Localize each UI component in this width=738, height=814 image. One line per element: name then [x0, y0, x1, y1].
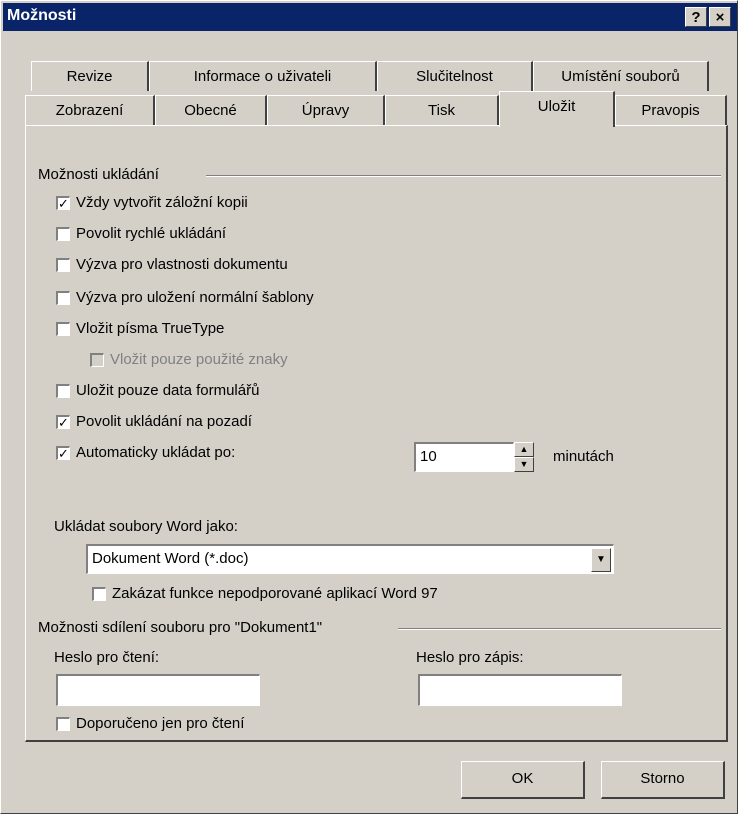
checkbox-backup[interactable]: ✓ — [56, 195, 70, 210]
tab-informace-o-uzivateli[interactable]: Informace o uživateli — [149, 61, 377, 91]
label-doc-props: Výzva pro vlastnosti dokumentu — [76, 256, 288, 273]
checkbox-background-save[interactable]: ✓ — [56, 414, 70, 429]
checkbox-readonly[interactable] — [56, 716, 70, 731]
tab-upravy[interactable]: Úpravy — [267, 95, 385, 125]
tab-zobrazeni[interactable]: Zobrazení — [25, 95, 155, 125]
label-used-chars: Vložit pouze použité znaky — [110, 351, 288, 368]
save-as-value: Dokument Word (*.doc) — [92, 550, 249, 567]
checkbox-row-readonly[interactable]: Doporučeno jen pro čtení — [56, 715, 244, 732]
autosave-spinner[interactable]: ▲ ▼ — [514, 442, 534, 472]
checkbox-row-backup[interactable]: ✓ Vždy vytvořit záložní kopii — [56, 194, 248, 211]
checkbox-row-background-save[interactable]: ✓ Povolit ukládání na pozadí — [56, 413, 252, 430]
tab-obecne[interactable]: Obecné — [155, 95, 267, 125]
label-background-save: Povolit ukládání na pozadí — [76, 413, 252, 430]
sharing-options-divider — [398, 628, 721, 630]
window-title: Možnosti — [7, 7, 77, 24]
checkbox-row-used-chars: Vložit pouze použité znaky — [90, 351, 288, 368]
checkbox-used-chars — [90, 352, 104, 367]
label-backup: Vždy vytvořit záložní kopii — [76, 194, 248, 211]
close-button[interactable]: × — [709, 7, 731, 27]
ok-button[interactable]: OK — [461, 761, 585, 799]
tab-umisteni-souboru[interactable]: Umístění souborů — [533, 61, 709, 91]
label-form-data: Uložit pouze data formulářů — [76, 382, 260, 399]
autosave-unit: minutách — [553, 448, 614, 465]
tab-tisk[interactable]: Tisk — [385, 95, 499, 125]
save-as-dropdown[interactable]: Dokument Word (*.doc) ▼ — [86, 544, 614, 574]
chevron-down-icon[interactable]: ▼ — [591, 548, 611, 572]
help-button[interactable]: ? — [685, 7, 707, 27]
checkbox-truetype[interactable] — [56, 321, 70, 336]
tab-panel-ulozit: Možnosti ukládání ✓ Vždy vytvořit záložn… — [25, 125, 728, 742]
tab-ulozit[interactable]: Uložit — [499, 91, 615, 127]
checkbox-row-normal-template[interactable]: Výzva pro uložení normální šablony — [56, 289, 314, 306]
checkbox-autosave[interactable]: ✓ — [56, 445, 70, 460]
cancel-button[interactable]: Storno — [601, 761, 725, 799]
write-password-label: Heslo pro zápis: — [416, 649, 524, 666]
sharing-options-header: Možnosti sdílení souboru pro "Dokument1" — [38, 619, 323, 636]
checkbox-row-fast-save[interactable]: Povolit rychlé ukládání — [56, 225, 226, 242]
label-normal-template: Výzva pro uložení normální šablony — [76, 289, 314, 306]
options-dialog: Možnosti ? × Revize Informace o uživatel… — [0, 0, 738, 814]
read-password-label: Heslo pro čtení: — [54, 649, 160, 666]
checkbox-row-autosave[interactable]: ✓ Automaticky ukládat po: — [56, 444, 235, 461]
label-readonly: Doporučeno jen pro čtení — [76, 715, 245, 732]
label-word97: Zakázat funkce nepodporované aplikací Wo… — [112, 585, 438, 602]
tab-slucitelnost[interactable]: Slučitelnost — [377, 61, 533, 91]
checkbox-word97[interactable] — [92, 586, 106, 601]
label-autosave: Automaticky ukládat po: — [76, 444, 236, 461]
checkbox-fast-save[interactable] — [56, 226, 70, 241]
tab-pravopis[interactable]: Pravopis — [615, 95, 727, 125]
tab-revize[interactable]: Revize — [31, 61, 149, 91]
label-fast-save: Povolit rychlé ukládání — [76, 225, 227, 242]
save-options-divider — [206, 175, 721, 177]
spin-up-icon[interactable]: ▲ — [514, 442, 534, 457]
write-password-input[interactable] — [418, 674, 622, 706]
checkbox-doc-props[interactable] — [56, 257, 70, 272]
checkbox-row-doc-props[interactable]: Výzva pro vlastnosti dokumentu — [56, 256, 288, 273]
checkbox-normal-template[interactable] — [56, 290, 70, 305]
label-truetype: Vložit písma TrueType — [76, 320, 225, 337]
read-password-input[interactable] — [56, 674, 260, 706]
checkbox-row-truetype[interactable]: Vložit písma TrueType — [56, 320, 224, 337]
checkbox-form-data[interactable] — [56, 383, 70, 398]
spin-down-icon[interactable]: ▼ — [514, 457, 534, 472]
autosave-minutes-input[interactable]: 10 — [414, 442, 514, 472]
title-bar: Možnosti ? × — [3, 3, 737, 31]
save-options-header: Možnosti ukládání — [38, 166, 159, 183]
checkbox-row-word97[interactable]: Zakázat funkce nepodporované aplikací Wo… — [92, 585, 438, 602]
checkbox-row-form-data[interactable]: Uložit pouze data formulářů — [56, 382, 259, 399]
save-as-label: Ukládat soubory Word jako: — [54, 518, 238, 535]
